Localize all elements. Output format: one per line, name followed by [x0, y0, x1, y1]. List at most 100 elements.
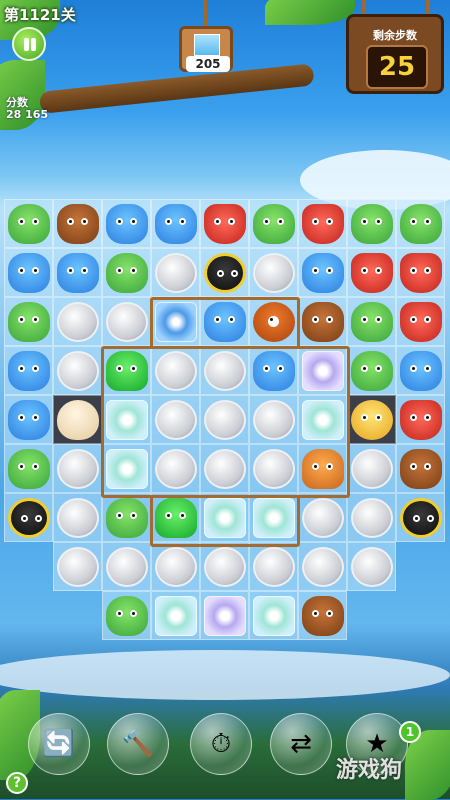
frog-piece — [8, 204, 50, 244]
coin-piece — [302, 498, 344, 538]
eye — [130, 267, 137, 274]
coin-piece — [351, 449, 393, 489]
board-cell[interactable] — [151, 542, 200, 591]
board-cell[interactable] — [396, 199, 445, 248]
board-cell[interactable] — [102, 199, 151, 248]
eye — [217, 270, 224, 277]
board-cell[interactable] — [102, 493, 151, 542]
board-cell[interactable] — [53, 493, 102, 542]
eye — [424, 267, 431, 274]
board-cell[interactable] — [347, 493, 396, 542]
booster-clock-button[interactable]: ⏱ — [190, 713, 252, 775]
board-cell[interactable] — [200, 199, 249, 248]
booster-swap-button[interactable]: ⇄ — [270, 713, 332, 775]
board-cell[interactable] — [4, 444, 53, 493]
eye — [277, 218, 284, 225]
board-cell[interactable] — [396, 493, 445, 542]
board-cell[interactable] — [102, 542, 151, 591]
board-cell[interactable] — [4, 248, 53, 297]
board-cell[interactable] — [347, 542, 396, 591]
board-cell[interactable] — [200, 591, 249, 640]
eye — [116, 267, 123, 274]
eye — [18, 414, 25, 421]
board-cell[interactable] — [249, 591, 298, 640]
rope — [203, 0, 207, 28]
eye — [130, 218, 137, 225]
hammer-icon: 🔨 — [121, 729, 155, 759]
coin-piece — [57, 302, 99, 342]
board-cell[interactable] — [347, 248, 396, 297]
eye — [326, 316, 333, 323]
board-cell[interactable] — [396, 444, 445, 493]
eye — [231, 270, 238, 277]
board-cell[interactable] — [298, 591, 347, 640]
eye — [214, 218, 221, 225]
board-cell[interactable] — [396, 297, 445, 346]
hippo-piece — [8, 351, 50, 391]
frog-piece — [106, 596, 148, 636]
board-cell[interactable] — [347, 346, 396, 395]
eye — [18, 463, 25, 470]
eye — [18, 267, 25, 274]
board-cell[interactable] — [53, 248, 102, 297]
eye — [312, 218, 319, 225]
board-cell[interactable] — [4, 346, 53, 395]
board-cell[interactable] — [53, 395, 102, 444]
board-cell[interactable] — [347, 297, 396, 346]
board-cell[interactable] — [151, 591, 200, 640]
board-cell[interactable] — [4, 199, 53, 248]
help-button[interactable]: ? — [6, 772, 28, 794]
pause-button[interactable] — [12, 27, 46, 61]
eye — [18, 365, 25, 372]
frog-piece — [253, 204, 295, 244]
eye — [312, 267, 319, 274]
fox-piece — [400, 302, 442, 342]
eye — [67, 267, 74, 274]
board-cell[interactable] — [249, 542, 298, 591]
board-cell[interactable] — [298, 542, 347, 591]
booster-shuffle-button[interactable]: 🔄 — [28, 713, 90, 775]
eye — [410, 316, 417, 323]
board-cell[interactable] — [151, 199, 200, 248]
board-cell[interactable] — [200, 248, 249, 297]
board-cell[interactable] — [396, 395, 445, 444]
vine-frame — [150, 297, 300, 349]
animals-swap-icon: ⇄ — [290, 729, 312, 759]
eye — [361, 414, 368, 421]
eye — [410, 365, 417, 372]
eye — [410, 414, 417, 421]
board-cell[interactable] — [396, 248, 445, 297]
board-cell[interactable] — [298, 248, 347, 297]
board-cell[interactable] — [4, 395, 53, 444]
board-cell[interactable] — [249, 248, 298, 297]
board-cell[interactable] — [102, 591, 151, 640]
board-cell[interactable] — [200, 542, 249, 591]
board-cell[interactable] — [102, 248, 151, 297]
eye — [81, 218, 88, 225]
board-cell[interactable] — [347, 199, 396, 248]
bear-piece — [302, 596, 344, 636]
board-cell[interactable] — [102, 297, 151, 346]
board-cell[interactable] — [396, 346, 445, 395]
board-cell[interactable] — [4, 297, 53, 346]
coin-piece — [57, 351, 99, 391]
board-cell[interactable] — [249, 199, 298, 248]
booster-hammer-button[interactable]: 🔨 — [107, 713, 169, 775]
board-cell[interactable] — [298, 297, 347, 346]
eye — [410, 267, 417, 274]
vine-frame — [101, 346, 350, 498]
board-cell[interactable] — [53, 199, 102, 248]
board-cell[interactable] — [53, 444, 102, 493]
board-cell[interactable] — [53, 297, 102, 346]
board-cell[interactable] — [53, 542, 102, 591]
board-cell[interactable] — [151, 248, 200, 297]
frog-piece — [400, 204, 442, 244]
board-cell[interactable] — [53, 346, 102, 395]
board-cell[interactable] — [298, 493, 347, 542]
board-cell[interactable] — [4, 493, 53, 542]
watermark-logo: 游戏狗 — [336, 758, 403, 783]
eye — [18, 316, 25, 323]
board-cell[interactable] — [347, 444, 396, 493]
board-cell[interactable] — [298, 199, 347, 248]
board-cell[interactable] — [347, 395, 396, 444]
